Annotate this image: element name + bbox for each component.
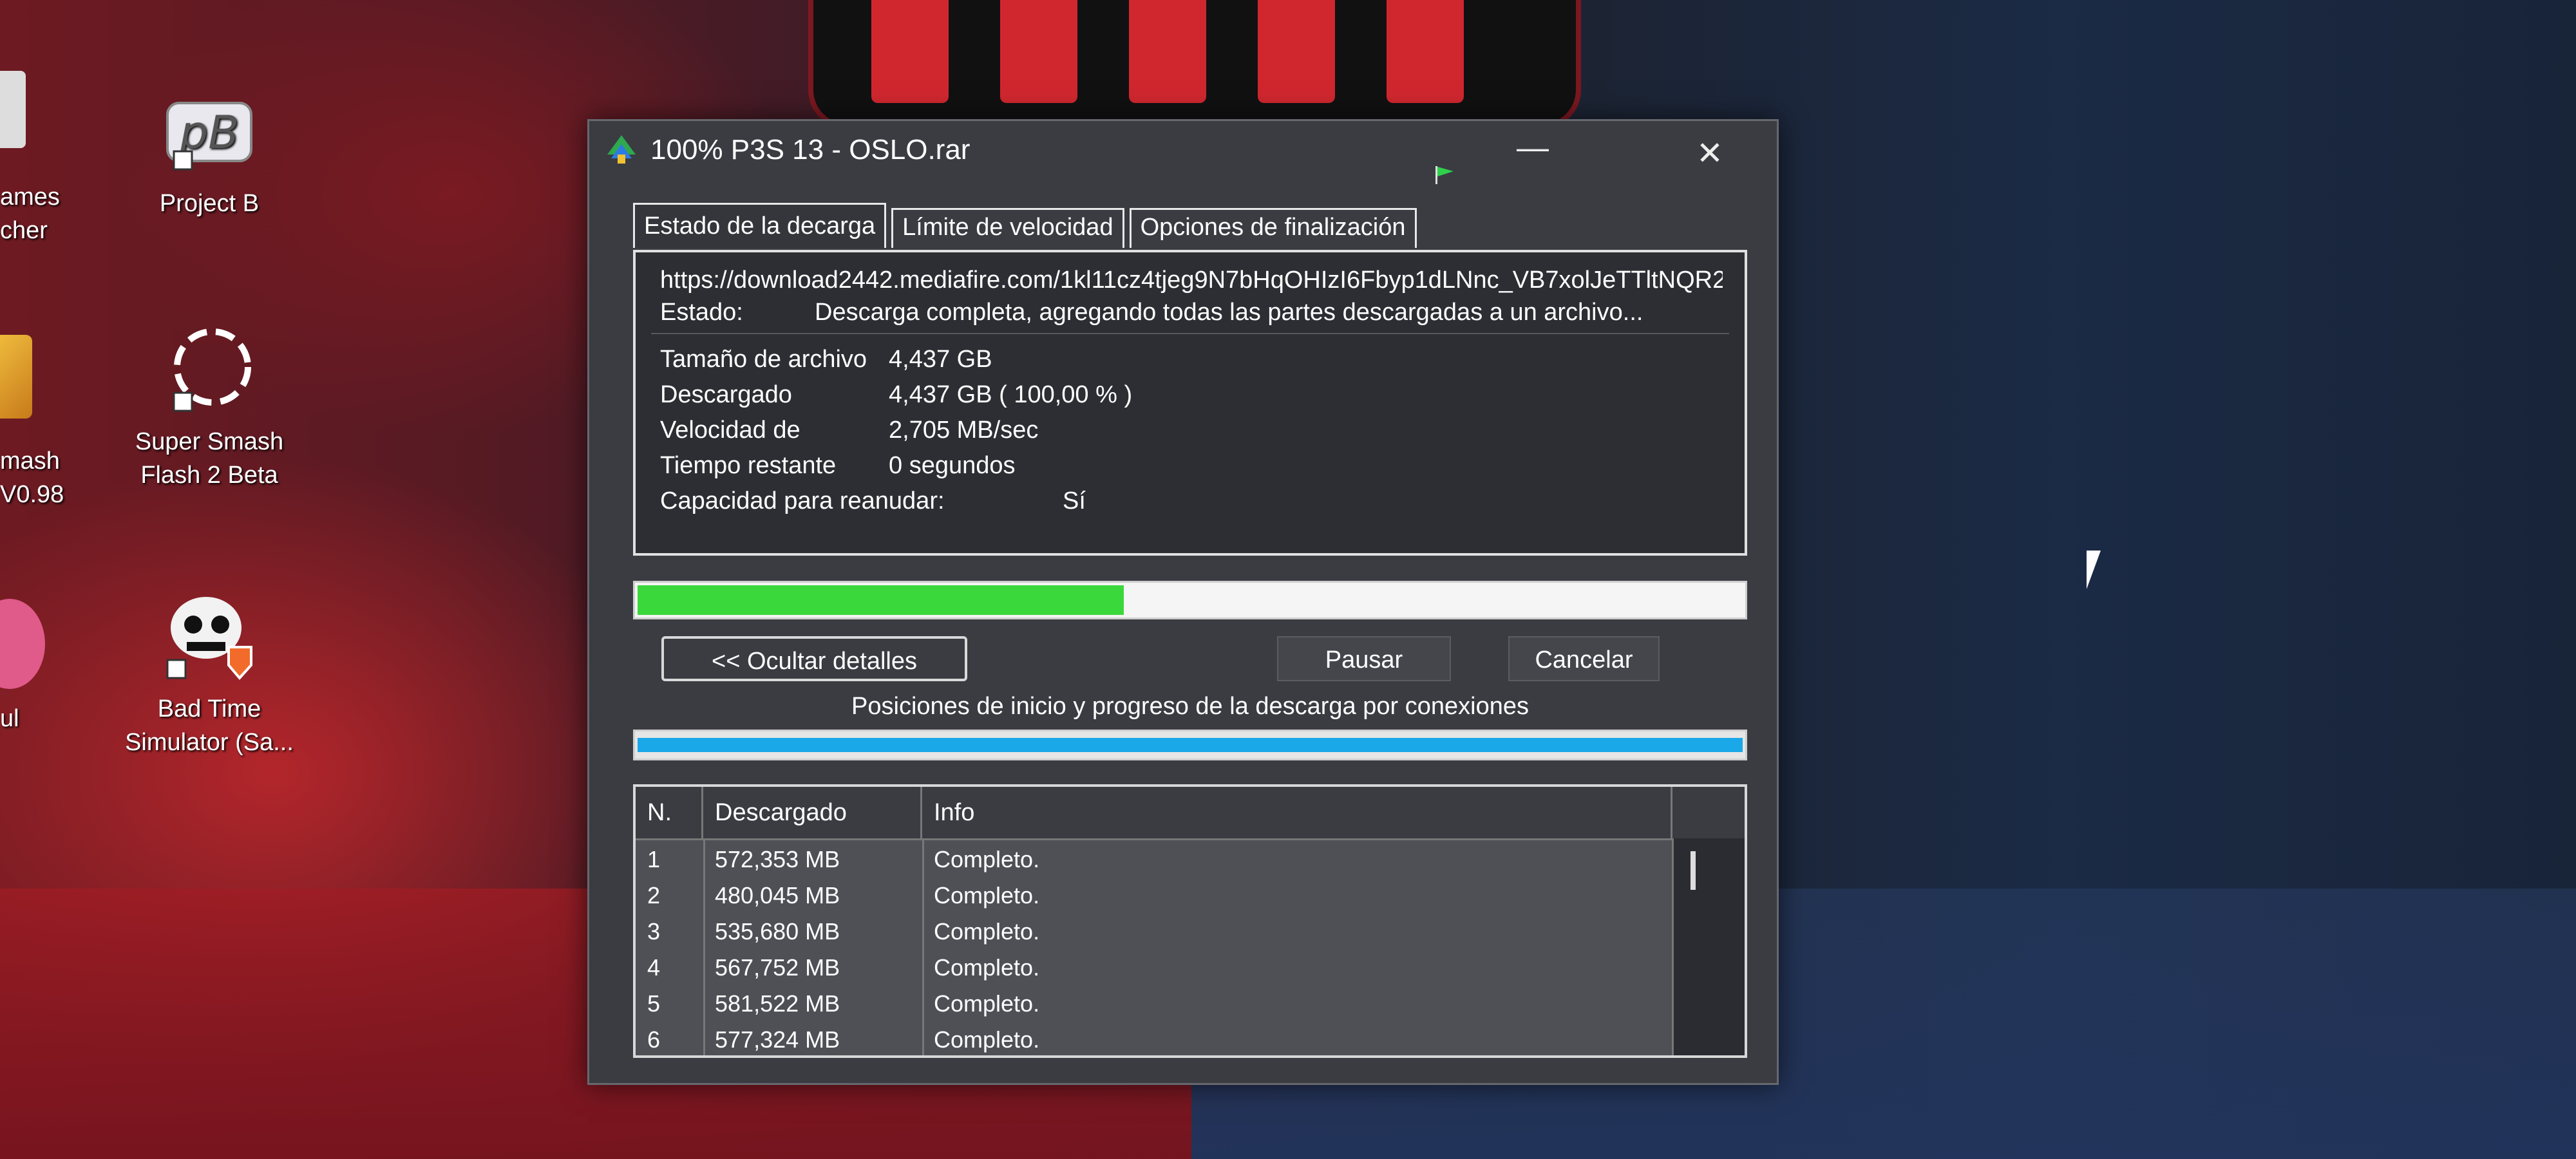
cell-info: Completo. xyxy=(934,918,1040,945)
download-progress-fill xyxy=(638,585,1124,615)
hide-details-button[interactable]: << Ocultar detalles xyxy=(661,636,967,681)
resume-capability-label: Capacidad para reanudar: xyxy=(660,487,945,514)
close-button[interactable]: ✕ xyxy=(1684,131,1736,176)
details-panel: https://download2442.mediafire.com/1kl11… xyxy=(633,250,1747,556)
cell-downloaded: 567,752 MB xyxy=(715,954,840,981)
connections-table: N. Descargado Info 1 572,353 MB Completo. 2… xyxy=(633,784,1747,1058)
cell-n: 3 xyxy=(647,918,661,945)
desktop-partial-icon[interactable] xyxy=(0,71,26,148)
column-header-n[interactable]: N. xyxy=(636,787,703,838)
desktop-partial-label[interactable]: ul xyxy=(0,702,19,735)
download-window: 100% P3S 13 - OSLO.rar — ✕ Estado de la … xyxy=(587,119,1779,1085)
desktop-partial-label[interactable]: mash xyxy=(0,444,60,478)
table-header: N. Descargado Info xyxy=(636,787,1745,840)
project-b-icon: pB xyxy=(161,84,258,180)
desktop-partial-icon[interactable] xyxy=(0,335,32,419)
connections-progress-bar xyxy=(633,730,1747,760)
desktop-partial-label[interactable]: cher xyxy=(0,214,48,247)
file-size-value: 4,437 GB xyxy=(889,346,992,373)
cell-downloaded: 577,324 MB xyxy=(715,1026,840,1053)
bad-time-simulator-icon xyxy=(161,589,258,686)
cell-n: 2 xyxy=(647,882,661,909)
cell-n: 5 xyxy=(647,990,661,1017)
cell-n: 6 xyxy=(647,1026,661,1053)
window-title: 100% P3S 13 - OSLO.rar xyxy=(650,134,971,165)
cell-info: Completo. xyxy=(934,990,1040,1017)
desktop-icon-project-b[interactable]: pB Project B xyxy=(106,84,312,220)
cell-info: Completo. xyxy=(934,954,1040,981)
table-row[interactable]: 4 567,752 MB Completo. xyxy=(636,949,1672,986)
flag-icon[interactable] xyxy=(1433,165,1456,185)
cancel-button[interactable]: Cancelar xyxy=(1508,636,1660,681)
cell-info: Completo. xyxy=(934,882,1040,909)
tab-strip: Estado de la decarga Límite de velocidad… xyxy=(633,203,1422,248)
connections-progress-fill xyxy=(638,738,1743,752)
desktop-icon-label: Project B xyxy=(159,190,260,217)
time-remaining-value: 0 segundos xyxy=(889,452,1016,479)
table-row[interactable]: 1 572,353 MB Completo. xyxy=(636,841,1672,878)
mouse-cursor-icon xyxy=(2087,551,2115,589)
status-value: Descarga completa, agregando todas las p… xyxy=(815,299,1643,326)
column-header-info[interactable]: Info xyxy=(922,787,1672,838)
cell-info: Completo. xyxy=(934,846,1040,872)
table-row[interactable]: 6 577,324 MB Completo. xyxy=(636,1021,1672,1055)
cell-downloaded: 535,680 MB xyxy=(715,918,840,945)
tab-opciones-finalizacion[interactable]: Opciones de finalización xyxy=(1129,208,1417,248)
resume-capability-value: Sí xyxy=(1063,487,1086,514)
table-row[interactable]: 5 581,522 MB Completo. xyxy=(636,985,1672,1022)
table-row[interactable]: 2 480,045 MB Completo. xyxy=(636,877,1672,914)
cell-n: 4 xyxy=(647,954,661,981)
cell-downloaded: 480,045 MB xyxy=(715,882,840,909)
time-remaining-label: Tiempo restante xyxy=(660,452,837,479)
pause-button[interactable]: Pausar xyxy=(1277,636,1451,681)
desktop-icon-label: Super Smash Flash 2 Beta xyxy=(135,428,284,489)
super-smash-flash-icon xyxy=(161,322,258,419)
tab-limite-velocidad[interactable]: Límite de velocidad xyxy=(891,208,1124,248)
downloaded-value: 4,437 GB ( 100,00 % ) xyxy=(889,381,1133,408)
file-size-label: Tamaño de archivo xyxy=(660,346,867,373)
desktop-partial-icon[interactable] xyxy=(0,599,45,689)
desktop-icon-label: Bad Time Simulator (Sa... xyxy=(125,695,294,756)
status-label: Estado: xyxy=(660,299,743,326)
desktop-partial-label[interactable]: V0.98 xyxy=(0,478,64,511)
column-header-descargado[interactable]: Descargado xyxy=(703,787,922,838)
title-bar[interactable]: 100% P3S 13 - OSLO.rar — ✕ xyxy=(589,121,1777,185)
details-separator xyxy=(651,333,1729,334)
cell-info: Completo. xyxy=(934,1026,1040,1053)
download-manager-icon xyxy=(607,135,636,164)
cell-n: 1 xyxy=(647,846,661,872)
download-url: https://download2442.mediafire.com/1kl11… xyxy=(660,267,1723,294)
minimize-button[interactable]: — xyxy=(1507,125,1558,170)
tab-estado[interactable]: Estado de la decarga xyxy=(633,203,887,248)
table-row[interactable]: 3 535,680 MB Completo. xyxy=(636,913,1672,950)
cell-downloaded: 572,353 MB xyxy=(715,846,840,872)
downloaded-label: Descargado xyxy=(660,381,792,408)
table-scrollbar[interactable] xyxy=(1672,838,1745,1055)
connections-label: Posiciones de inicio y progreso de la de… xyxy=(851,693,1529,720)
cell-downloaded: 581,522 MB xyxy=(715,990,840,1017)
speed-label: Velocidad de xyxy=(660,417,800,444)
wallpaper-crest xyxy=(808,0,1581,129)
download-progress-bar xyxy=(633,581,1747,619)
desktop-icon-bad-time-simulator[interactable]: Bad Time Simulator (Sa... xyxy=(106,589,312,759)
desktop-icon-super-smash-flash[interactable]: Super Smash Flash 2 Beta xyxy=(106,322,312,492)
speed-value: 2,705 MB/sec xyxy=(889,417,1039,444)
scrollbar-thumb[interactable] xyxy=(1690,851,1696,890)
desktop-partial-label[interactable]: ames xyxy=(0,180,60,214)
